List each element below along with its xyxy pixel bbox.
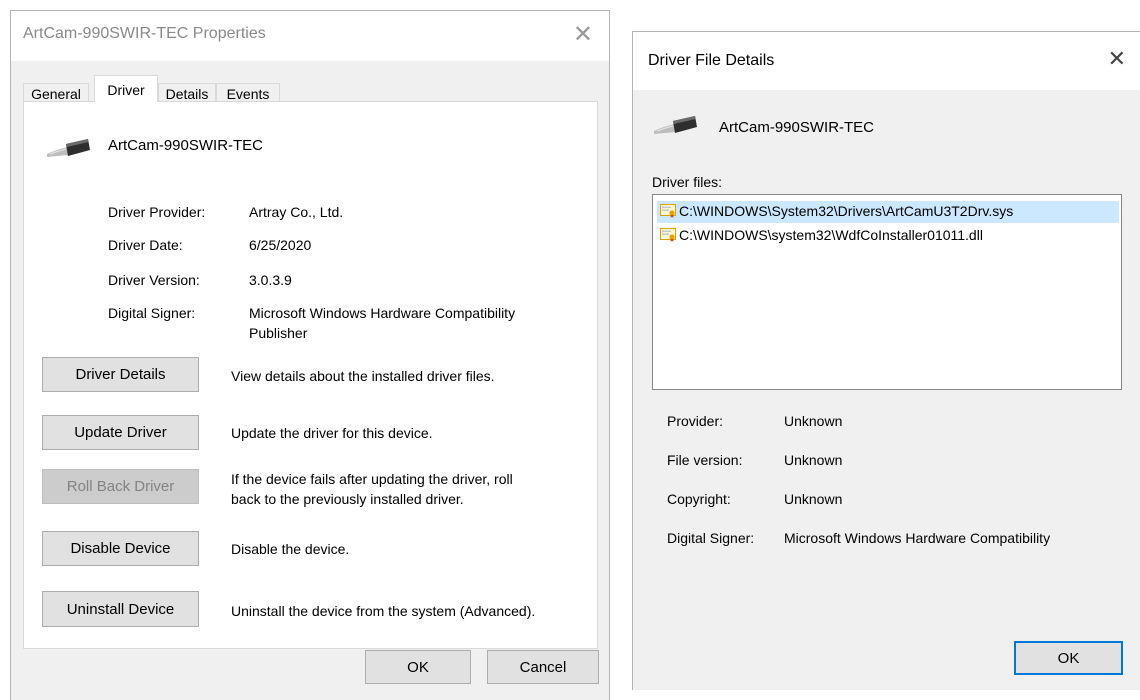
driver-date-value: 6/25/2020 (249, 237, 312, 253)
file-version-label: File version: (667, 452, 743, 468)
ok-button[interactable]: OK (1014, 641, 1123, 675)
digital-signer-value: Microsoft Windows Hardware Compatibility (784, 530, 1051, 546)
update-driver-button[interactable]: Update Driver (42, 415, 199, 450)
tab-general[interactable]: General (23, 83, 89, 102)
roll-back-description-line1: If the device fails after updating the d… (231, 471, 513, 487)
driver-provider-label: Driver Provider: (108, 204, 206, 220)
usb-plug-icon (47, 139, 90, 157)
driver-date-label: Driver Date: (108, 237, 183, 253)
file-version-value: Unknown (784, 452, 843, 468)
window-title: Driver File Details (648, 52, 775, 69)
properties-titlebar: ArtCam-990SWIR-TEC Properties ✕ (11, 11, 609, 61)
digital-signer-label: Digital Signer: (667, 530, 755, 546)
file-path: C:\WINDOWS\system32\WdfCoInstaller01011.… (679, 227, 983, 243)
copyright-value: Unknown (784, 491, 843, 507)
certificate-file-icon (660, 204, 676, 218)
copyright-label: Copyright: (667, 491, 731, 507)
driver-file-details-window: Driver File Details ✕ ArtCam-990SWIR-TEC… (632, 31, 1140, 690)
driver-provider-value: Artray Co., Ltd. (249, 204, 344, 220)
disable-device-description: Disable the device. (231, 541, 350, 557)
driver-details-description: View details about the installed driver … (231, 368, 495, 384)
update-driver-description: Update the driver for this device. (231, 425, 433, 441)
provider-value: Unknown (784, 413, 843, 429)
list-item[interactable]: C:\WINDOWS\System32\Drivers\ArtCamU3T2Dr… (657, 201, 1119, 223)
file-details-titlebar: Driver File Details ✕ (633, 32, 1140, 90)
file-path: C:\WINDOWS\System32\Drivers\ArtCamU3T2Dr… (679, 203, 1014, 219)
driver-version-value: 3.0.3.9 (249, 272, 292, 288)
device-name: ArtCam-990SWIR-TEC (719, 119, 875, 136)
digital-signer-value-line2: Publisher (249, 325, 308, 341)
digital-signer-label: Digital Signer: (108, 305, 196, 321)
uninstall-device-button[interactable]: Uninstall Device (42, 591, 199, 627)
driver-tab-panel: ArtCam-990SWIR-TEC Driver Provider: Artr… (23, 101, 598, 649)
tab-events[interactable]: Events (216, 83, 280, 102)
disable-device-button[interactable]: Disable Device (42, 531, 199, 566)
list-item[interactable]: C:\WINDOWS\system32\WdfCoInstaller01011.… (657, 225, 1119, 247)
device-name: ArtCam-990SWIR-TEC (108, 137, 264, 154)
close-icon[interactable]: ✕ (573, 22, 593, 46)
roll-back-description-line2: back to the previously installed driver. (231, 491, 464, 507)
driver-files-label: Driver files: (652, 174, 723, 190)
tab-details[interactable]: Details (158, 83, 216, 102)
driver-details-button[interactable]: Driver Details (42, 357, 199, 392)
driver-version-label: Driver Version: (108, 272, 200, 288)
uninstall-device-description: Uninstall the device from the system (Ad… (231, 603, 536, 619)
provider-label: Provider: (667, 413, 724, 429)
driver-files-list[interactable]: C:\WINDOWS\System32\Drivers\ArtCamU3T2Dr… (652, 194, 1122, 390)
roll-back-driver-button: Roll Back Driver (42, 469, 199, 504)
digital-signer-value-line1: Microsoft Windows Hardware Compatibility (249, 305, 516, 321)
ok-button[interactable]: OK (365, 650, 471, 684)
tab-driver[interactable]: Driver (94, 75, 158, 102)
cancel-button[interactable]: Cancel (487, 650, 599, 684)
close-icon[interactable]: ✕ (1108, 49, 1126, 71)
window-title: ArtCam-990SWIR-TEC Properties (23, 25, 266, 42)
properties-window: ArtCam-990SWIR-TEC Properties ✕ General … (10, 10, 610, 700)
usb-plug-icon (654, 116, 697, 134)
certificate-file-icon (660, 228, 676, 242)
